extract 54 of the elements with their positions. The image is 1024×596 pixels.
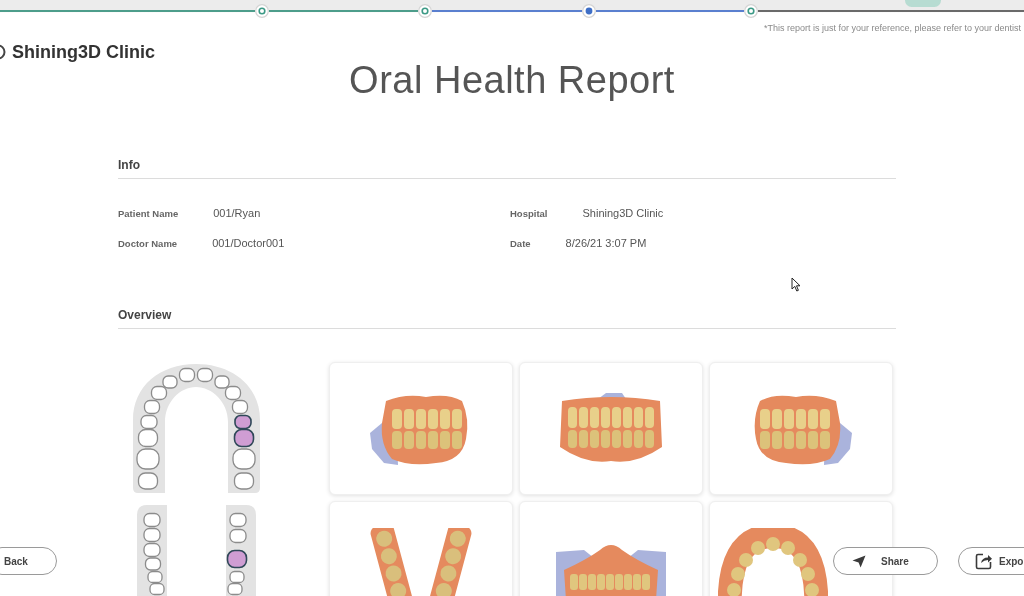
field-label: Date <box>510 237 531 249</box>
tooth[interactable] <box>149 582 165 596</box>
field-value: 8/26/21 3:07 PM <box>565 237 647 249</box>
scan-card[interactable] <box>329 362 513 495</box>
field-label: Patient Name <box>118 207 179 219</box>
field-value: 001/Ryan <box>213 207 261 219</box>
tooth[interactable] <box>147 570 163 584</box>
tooth[interactable] <box>143 527 161 543</box>
tooth[interactable] <box>226 549 248 569</box>
report-title: Oral Health Report <box>349 58 675 102</box>
field-value: 001/Doctor001 <box>212 237 285 249</box>
share-button[interactable]: Share <box>833 547 938 575</box>
export-icon <box>975 552 993 570</box>
tooth[interactable] <box>227 582 243 596</box>
tooth[interactable] <box>231 399 249 415</box>
send-icon <box>852 554 866 568</box>
cursor-icon <box>791 277 801 292</box>
field-label: Doctor Name <box>118 237 178 249</box>
step-node[interactable] <box>744 4 758 18</box>
tooth[interactable] <box>232 448 256 470</box>
tooth[interactable] <box>140 414 158 430</box>
tooth[interactable] <box>229 512 247 528</box>
tooth[interactable] <box>144 557 162 571</box>
tooth[interactable] <box>224 385 242 401</box>
tooth[interactable] <box>162 375 178 389</box>
tooth[interactable] <box>143 399 161 415</box>
field-value: Shining3D Clinic <box>582 207 664 219</box>
step-node[interactable] <box>255 4 269 18</box>
scan-card[interactable] <box>519 501 703 596</box>
tooth[interactable] <box>143 512 161 528</box>
tooth[interactable] <box>234 414 252 430</box>
scan-card[interactable] <box>519 362 703 495</box>
tooth[interactable] <box>233 428 255 448</box>
tooth[interactable] <box>229 570 245 584</box>
tooth[interactable] <box>137 472 159 490</box>
tooth[interactable] <box>136 448 160 470</box>
tooth[interactable] <box>214 375 230 389</box>
tooth[interactable] <box>143 542 161 558</box>
tooth[interactable] <box>150 385 168 401</box>
tooth[interactable] <box>178 367 196 383</box>
export-button[interactable]: Expo <box>958 547 1024 575</box>
tooth[interactable] <box>229 528 247 544</box>
tooth[interactable] <box>233 472 255 490</box>
step-node[interactable] <box>418 4 432 18</box>
clinic-name: Shining3D Clinic <box>12 41 155 63</box>
back-button[interactable]: Back <box>0 547 57 575</box>
scan-card[interactable] <box>329 501 513 596</box>
scan-card[interactable] <box>709 362 893 495</box>
section-heading: Info <box>118 158 140 172</box>
section-heading: Overview <box>118 308 172 322</box>
disclaimer-text: *This report is just for your reference, please refer to your dentist <box>763 22 1021 34</box>
step-node[interactable] <box>582 4 596 18</box>
tooth[interactable] <box>196 367 214 383</box>
field-label: Hospital <box>510 207 548 219</box>
